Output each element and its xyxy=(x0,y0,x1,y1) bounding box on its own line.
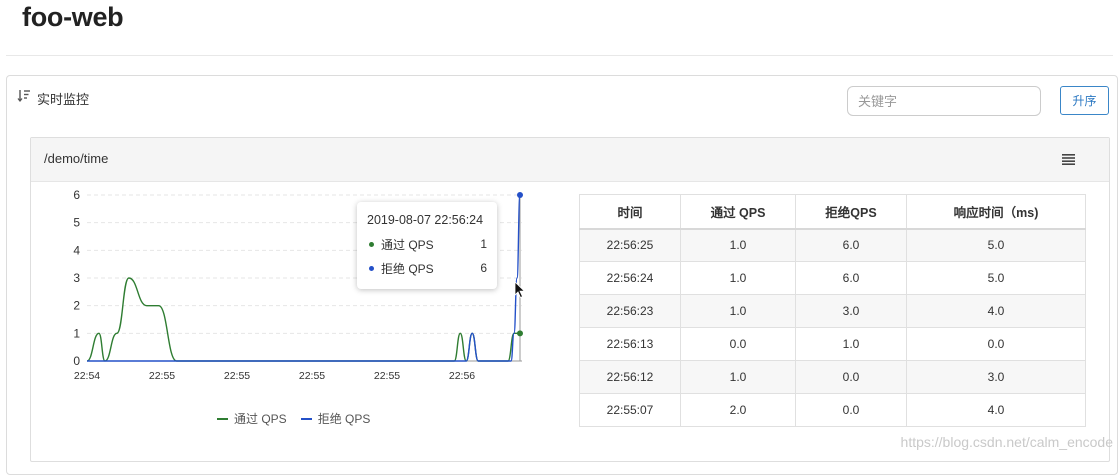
column-header-block-qps[interactable]: 拒绝QPS xyxy=(795,194,907,230)
tooltip-time: 2019-08-07 22:56:24 xyxy=(367,213,484,227)
realtime-monitor-panel: 实时监控 升序 /demo/time 0 1 2 3 4 5 6 22:54 22:55 22:5… xyxy=(6,75,1118,475)
cell-response-time: 3.0 xyxy=(906,360,1086,394)
cell-response-time: 5.0 xyxy=(906,228,1086,262)
x-tick-label: 22:56 xyxy=(449,370,475,382)
series-line-pass xyxy=(86,277,520,362)
cell-block-qps: 6.0 xyxy=(795,261,907,295)
qps-chart[interactable]: 0 1 2 3 4 5 6 22:54 22:55 22:55 22:55 22:55 22:56 通过… xyxy=(31,182,571,462)
cell-pass-qps: 0.0 xyxy=(680,327,796,361)
cell-pass-qps: 1.0 xyxy=(680,360,796,394)
cell-time: 22:56:12 xyxy=(579,360,681,394)
table-row: 22:56:25 1.0 6.0 5.0 xyxy=(579,228,1086,262)
panel-title: 实时监控 xyxy=(37,92,90,107)
qps-table: 时间 通过 QPS 拒绝QPS 响应时间（ms) 22:56:25 1.0 6.… xyxy=(579,194,1086,427)
table-row: 22:56:24 1.0 6.0 5.0 xyxy=(579,261,1086,295)
cell-block-qps: 0.0 xyxy=(795,393,907,427)
x-tick-label: 22:55 xyxy=(374,370,400,382)
table-row: 22:55:07 2.0 0.0 4.0 xyxy=(579,393,1086,427)
tooltip-series-value: 1 xyxy=(480,237,487,251)
cell-block-qps: 1.0 xyxy=(795,327,907,361)
panel-header: 实时监控 升序 xyxy=(7,76,1117,126)
y-tick-label: 0 xyxy=(73,354,80,368)
cell-response-time: 4.0 xyxy=(906,294,1086,328)
legend-item-block[interactable]: 拒绝 QPS xyxy=(300,410,371,427)
tooltip-series-name: 通过 QPS xyxy=(381,237,434,252)
column-header-pass-qps[interactable]: 通过 QPS xyxy=(680,194,796,230)
cell-pass-qps: 2.0 xyxy=(680,393,796,427)
chart-tooltip: 2019-08-07 22:56:24 通过 QPS 1 拒绝 QPS 6 xyxy=(357,202,497,289)
x-tick-label: 22:54 xyxy=(74,370,100,382)
keyword-search-input[interactable] xyxy=(847,86,1041,116)
app-title: foo-web xyxy=(22,2,124,32)
cell-pass-qps: 1.0 xyxy=(680,261,796,295)
sort-icon xyxy=(17,90,30,103)
menu-icon[interactable] xyxy=(1062,153,1076,165)
cell-pass-qps: 1.0 xyxy=(680,228,796,262)
cell-block-qps: 0.0 xyxy=(795,360,907,394)
hover-point-block xyxy=(517,192,523,198)
tooltip-series-value: 6 xyxy=(480,261,487,275)
y-tick-label: 4 xyxy=(73,243,80,257)
x-tick-label: 22:55 xyxy=(149,370,175,382)
table-header-row: 时间 通过 QPS 拒绝QPS 响应时间（ms) xyxy=(579,194,1086,230)
y-tick-label: 2 xyxy=(73,299,80,313)
column-header-response-time[interactable]: 响应时间（ms) xyxy=(906,194,1086,230)
cell-response-time: 5.0 xyxy=(906,261,1086,295)
y-tick-label: 1 xyxy=(73,326,80,340)
resource-card: /demo/time 0 1 2 3 4 5 6 22:54 22:55 22:55 22:55 22… xyxy=(30,137,1110,462)
resource-card-header: /demo/time xyxy=(31,138,1109,182)
table-row: 22:56:23 1.0 3.0 4.0 xyxy=(579,294,1086,328)
header-divider xyxy=(6,55,1113,56)
legend-label-pass: 通过 QPS xyxy=(234,412,287,426)
chart-legend: 通过 QPS 拒绝 QPS xyxy=(217,410,370,427)
y-tick-label: 5 xyxy=(73,216,80,230)
cell-block-qps: 3.0 xyxy=(795,294,907,328)
legend-swatch-pass xyxy=(217,417,228,420)
tooltip-dot-pass xyxy=(369,241,374,247)
table-row: 22:56:13 0.0 1.0 0.0 xyxy=(579,327,1086,361)
column-header-time[interactable]: 时间 xyxy=(579,194,681,230)
tooltip-row: 通过 QPS 1 xyxy=(367,236,487,252)
tooltip-dot-block xyxy=(369,265,374,271)
tooltip-series-name: 拒绝 QPS xyxy=(381,261,434,276)
cell-time: 22:56:25 xyxy=(579,228,681,262)
cell-time: 22:55:07 xyxy=(579,393,681,427)
cell-time: 22:56:13 xyxy=(579,327,681,361)
legend-item-pass[interactable]: 通过 QPS xyxy=(217,410,287,427)
mouse-pointer-icon xyxy=(514,281,526,299)
cell-time: 22:56:24 xyxy=(579,261,681,295)
cell-pass-qps: 1.0 xyxy=(680,294,796,328)
x-tick-label: 22:55 xyxy=(224,370,250,382)
watermark: https://blog.csdn.net/calm_encode xyxy=(900,434,1113,450)
resource-name: /demo/time xyxy=(44,151,109,166)
legend-swatch-block xyxy=(300,417,312,420)
ascending-sort-button[interactable]: 升序 xyxy=(1060,86,1109,115)
tooltip-row: 拒绝 QPS 6 xyxy=(367,260,487,276)
cell-response-time: 4.0 xyxy=(906,393,1086,427)
table-row: 22:56:12 1.0 0.0 3.0 xyxy=(579,360,1086,394)
cell-time: 22:56:23 xyxy=(579,294,681,328)
cell-response-time: 0.0 xyxy=(906,327,1086,361)
legend-label-block: 拒绝 QPS xyxy=(317,412,371,426)
x-tick-label: 22:55 xyxy=(299,370,325,382)
cell-block-qps: 6.0 xyxy=(795,228,907,262)
y-tick-label: 6 xyxy=(73,188,80,202)
hover-point-pass xyxy=(517,330,523,337)
y-tick-label: 3 xyxy=(73,271,80,285)
